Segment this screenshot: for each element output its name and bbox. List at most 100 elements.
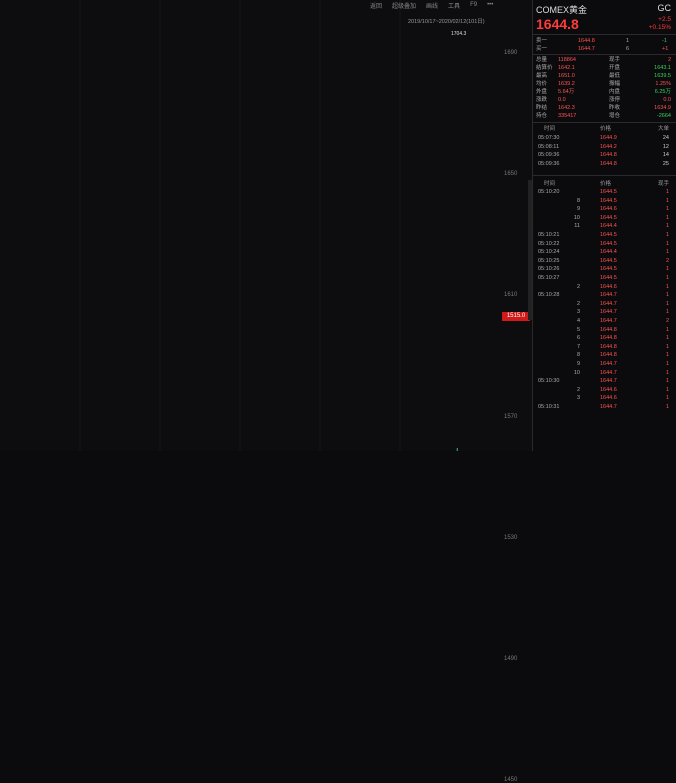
trade-volume: 1 xyxy=(665,249,669,256)
trade-volume: 1 xyxy=(665,292,669,299)
divider xyxy=(533,122,676,123)
trade-price: 1644.8 xyxy=(600,343,617,350)
stat-value: 6.25万 xyxy=(654,89,671,95)
stat-label: 内盘 xyxy=(609,89,621,95)
table-row: 05:10:31 1644.7 1 xyxy=(536,403,673,411)
f9-button[interactable]: F9 xyxy=(470,2,477,8)
back-button[interactable]: 返回 xyxy=(370,1,382,10)
divider xyxy=(533,175,676,176)
trade-price: 1644.8 xyxy=(600,326,617,333)
stat-value: 1.25% xyxy=(655,81,671,87)
stat-value: 1651.0 xyxy=(558,73,575,79)
stat-label: 持仓 xyxy=(536,113,548,119)
tools-button[interactable]: 工具 xyxy=(448,1,460,10)
table-row: 9 1644.7 1 xyxy=(536,360,673,368)
stat-value: 1643.1 xyxy=(654,65,671,71)
trade-price: 1644.6 xyxy=(600,386,617,393)
trade-price: 1644.6 xyxy=(600,283,617,290)
trade-price: 1644.7 xyxy=(600,378,617,385)
trade-time: 10 xyxy=(573,369,580,376)
stat-value: 1634.9 xyxy=(654,105,671,111)
trade-volume: 14 xyxy=(662,152,669,159)
trade-time: 05:10:27 xyxy=(538,275,560,281)
high-price-marker: 1704.3 xyxy=(451,31,467,37)
current-price-tag: 1515.0 xyxy=(502,312,530,321)
overlay-button[interactable]: 超级叠加 xyxy=(392,1,416,10)
stat-value: -2664 xyxy=(656,113,671,119)
candlestick-plot[interactable] xyxy=(0,0,500,451)
trade-price: 1644.5 xyxy=(600,266,617,273)
instrument-name: COMEX黄金 xyxy=(536,5,588,15)
table-row: 6 1644.8 1 xyxy=(536,334,673,342)
trade-time: 05:10:24 xyxy=(538,249,560,256)
book-label: 卖一 xyxy=(536,38,548,44)
last-price: 1644.8 xyxy=(536,16,579,32)
table-row: 05:07:30 1644.9 24 xyxy=(536,134,673,142)
stat-label: 振幅 xyxy=(609,81,621,87)
axis-tick-label: 1650 xyxy=(504,171,518,178)
kline-chart[interactable]: 1690 1650 1610 1570 1530 1490 1450 2019/10/17~… xyxy=(0,0,533,783)
table-row: 3 1644.7 1 xyxy=(536,308,673,316)
stat-value: 5.64万 xyxy=(558,89,575,95)
table-row: 8 1644.8 1 xyxy=(536,351,673,359)
trade-price: 1644.6 xyxy=(600,206,617,213)
trade-price: 1644.5 xyxy=(600,275,617,281)
trade-volume: 1 xyxy=(665,352,669,359)
trade-time: 2 xyxy=(576,386,580,393)
trade-price: 1644.5 xyxy=(600,232,617,238)
date-range-label: 2019/10/17~2020/02/12(101日) xyxy=(408,19,485,25)
trade-price: 1644.7 xyxy=(600,300,617,307)
table-row: 05:09:36 1644.8 25 xyxy=(536,160,673,168)
trade-time: 05:10:20 xyxy=(538,189,560,195)
trade-volume: 1 xyxy=(665,386,669,393)
table-row: 05:10:26 1644.5 1 xyxy=(536,265,673,273)
trade-volume: 1 xyxy=(665,275,669,281)
trade-time: 05:10:21 xyxy=(538,232,560,238)
table-row: 4 1644.7 2 xyxy=(536,317,673,325)
stat-value: 1639.5 xyxy=(654,73,671,79)
trade-time: 3 xyxy=(576,309,580,316)
more-icon[interactable]: ••• xyxy=(487,2,493,8)
price-change: +2.5 +0.15% xyxy=(641,16,671,32)
book-price: 1644.8 xyxy=(578,38,595,44)
trade-volume: 1 xyxy=(665,361,669,367)
axis-tick-label: 1490 xyxy=(504,656,518,662)
table-row: 05:10:25 1644.5 2 xyxy=(536,257,673,265)
stat-value: 335417 xyxy=(558,113,577,119)
stat-row: 昨结 1642.3 昨收 1634.9 xyxy=(536,104,673,112)
trade-volume: 1 xyxy=(665,223,669,230)
divider xyxy=(533,34,676,35)
trade-price: 1644.4 xyxy=(600,223,617,230)
stat-value: 2 xyxy=(667,57,671,63)
trade-price: 1644.5 xyxy=(600,197,617,204)
col-price: 价格 xyxy=(600,126,612,132)
trade-volume: 1 xyxy=(665,343,669,350)
trade-volume: 1 xyxy=(665,283,669,290)
trade-volume: 1 xyxy=(665,266,669,273)
trade-time: 3 xyxy=(576,395,580,402)
trade-time: 05:10:31 xyxy=(538,404,560,410)
table-row: 05:10:27 1644.5 1 xyxy=(536,274,673,282)
stat-label: 涨停 xyxy=(609,97,621,103)
stat-row: 涨跌 0.0 涨停 0.0 xyxy=(536,96,673,104)
axis-tick-label: 1450 xyxy=(504,777,518,783)
trade-time: 11 xyxy=(574,223,580,230)
draw-button[interactable]: 画线 xyxy=(426,1,438,10)
trade-volume: 25 xyxy=(662,160,669,167)
trade-time: 05:10:25 xyxy=(538,257,560,264)
trade-price: 1644.7 xyxy=(600,292,617,299)
trade-price: 1644.5 xyxy=(600,257,617,264)
trade-time: 10 xyxy=(573,214,580,221)
trade-price: 1644.8 xyxy=(600,335,617,342)
trade-volume: 2 xyxy=(665,257,669,264)
table-row: 9 1644.6 1 xyxy=(536,205,673,213)
stat-row: 总量 118864 现手 2 xyxy=(536,56,673,64)
trade-volume: 1 xyxy=(665,395,669,402)
trade-time: 05:10:28 xyxy=(538,292,560,299)
stat-label: 开盘 xyxy=(609,65,621,71)
trade-volume: 1 xyxy=(665,309,669,316)
stat-value: 1642.3 xyxy=(558,105,575,111)
stat-value: 0.0 xyxy=(663,97,671,103)
trade-price: 1644.7 xyxy=(600,404,617,410)
trade-time: 5 xyxy=(576,326,580,333)
